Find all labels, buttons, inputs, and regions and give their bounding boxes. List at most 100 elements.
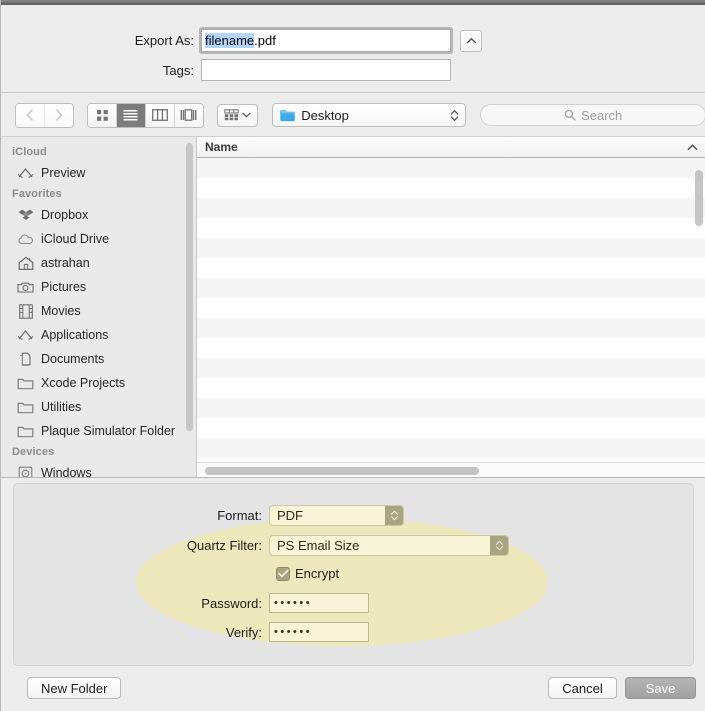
encrypt-row: Encrypt	[276, 566, 339, 581]
sidebar-item-label: Plaque Simulator Folder	[41, 424, 176, 438]
file-list-vertical-scrollbar[interactable]	[695, 170, 703, 226]
column-view-icon	[151, 109, 168, 121]
save-button[interactable]: Save	[625, 677, 696, 699]
sidebar-item-documents[interactable]: Documents	[1, 347, 196, 371]
new-folder-button[interactable]: New Folder	[27, 677, 122, 699]
folder-icon	[17, 423, 34, 440]
nav-segment	[15, 102, 75, 128]
password-label: Password:	[201, 595, 262, 611]
view-mode-segment	[87, 102, 205, 128]
sidebar-scrollbar[interactable]	[186, 143, 193, 431]
browser-toolbar: Desktop Search	[1, 94, 705, 136]
up-down-chevron-icon	[451, 109, 459, 121]
quartz-filter-value: PS Email Size	[277, 538, 360, 553]
arrange-by-button[interactable]	[217, 103, 259, 127]
verify-row: Verify: ••••••	[14, 622, 369, 642]
table-row[interactable]	[197, 438, 705, 458]
chevron-down-icon	[242, 112, 251, 118]
table-row[interactable]	[197, 318, 705, 338]
export-as-label: Export As:	[134, 33, 194, 48]
expand-browser-button[interactable]	[460, 29, 482, 52]
encrypt-checkbox[interactable]	[276, 566, 290, 581]
table-row[interactable]	[197, 378, 705, 398]
table-row[interactable]	[197, 418, 705, 438]
export-dialog: Export As: filename .pdf Tags: Desktop S…	[0, 0, 705, 711]
sidebar-item-label: Dropbox	[41, 208, 89, 222]
dropbox-icon	[17, 207, 34, 224]
sidebar-item-pictures[interactable]: Pictures	[1, 275, 196, 299]
back-button[interactable]	[16, 103, 45, 127]
location-popup-button[interactable]: Desktop	[272, 103, 467, 127]
tags-label: Tags:	[162, 62, 194, 78]
quartz-filter-label: Quartz Filter:	[186, 538, 262, 553]
forward-button[interactable]	[44, 103, 74, 127]
dialog-header: Export As: filename .pdf Tags:	[1, 5, 705, 93]
list-view-icon	[123, 110, 138, 121]
sidebar-item-label: Xcode Projects	[41, 376, 126, 390]
folder-icon	[17, 375, 34, 392]
icon-view-icon	[96, 109, 108, 121]
column-header-name[interactable]: Name	[197, 137, 705, 158]
folder-icon	[17, 399, 34, 416]
file-browser: iCloud Preview Favorites Dropbox iCloud …	[1, 136, 705, 478]
table-row[interactable]	[197, 338, 705, 358]
sidebar-item-xcode-projects[interactable]: Xcode Projects	[1, 371, 196, 395]
password-input[interactable]: ••••••	[269, 593, 369, 613]
sidebar-group-title: Devices	[12, 446, 55, 458]
quartz-filter-popup-button[interactable]: PS Email Size	[269, 535, 509, 556]
view-as-columns-button[interactable]	[145, 103, 175, 127]
sidebar-item-label: Documents	[41, 352, 105, 366]
sidebar-item-home[interactable]: astrahan	[1, 251, 196, 275]
sidebar-item-utilities[interactable]: Utilities	[1, 395, 196, 419]
location-label: Desktop	[301, 107, 349, 123]
gallery-view-icon	[180, 109, 197, 121]
sidebar-item-preview[interactable]: Preview	[1, 161, 196, 185]
sidebar[interactable]: iCloud Preview Favorites Dropbox iCloud …	[1, 137, 197, 477]
tags-input[interactable]	[201, 59, 451, 81]
table-row[interactable]	[197, 278, 705, 298]
table-row[interactable]	[197, 178, 705, 198]
dialog-footer: New Folder Cancel Save	[1, 666, 705, 711]
sidebar-item-movies[interactable]: Movies	[1, 299, 196, 323]
view-as-icons-button[interactable]	[88, 103, 118, 127]
table-row[interactable]	[197, 218, 705, 238]
table-row[interactable]	[197, 258, 705, 278]
sidebar-item-icloud-drive[interactable]: iCloud Drive	[1, 227, 196, 251]
chevron-up-icon	[687, 140, 698, 154]
arrange-by-icon	[224, 109, 239, 121]
chevron-left-icon	[26, 109, 33, 121]
sidebar-item-windows[interactable]: Windows	[1, 461, 196, 477]
sidebar-item-dropbox[interactable]: Dropbox	[1, 203, 196, 227]
scrollbar-thumb[interactable]	[205, 467, 479, 475]
chevron-up-icon	[466, 37, 476, 43]
search-input[interactable]: Search	[480, 104, 705, 126]
table-row[interactable]	[197, 238, 705, 258]
camera-icon	[17, 279, 34, 296]
view-as-list-button[interactable]	[117, 103, 146, 127]
sidebar-item-applications[interactable]: Applications	[1, 323, 196, 347]
sidebar-item-plaque-simulator-folder[interactable]: Plaque Simulator Folder	[1, 419, 196, 443]
format-popup-button[interactable]: PDF	[269, 505, 404, 526]
preview-app-icon	[17, 165, 34, 182]
verify-input[interactable]: ••••••	[269, 622, 369, 642]
column-header-label: Name	[205, 140, 238, 154]
tags-row: Tags:	[1, 59, 451, 81]
sidebar-item-label: Windows	[41, 466, 92, 477]
table-row[interactable]	[197, 158, 705, 178]
cloud-icon	[17, 231, 34, 248]
file-rows[interactable]	[197, 158, 705, 477]
cancel-button[interactable]: Cancel	[548, 677, 617, 699]
sidebar-group-title: Favorites	[12, 188, 62, 200]
table-row[interactable]	[197, 358, 705, 378]
table-row[interactable]	[197, 298, 705, 318]
file-list[interactable]: Name	[197, 137, 705, 477]
file-list-horizontal-scrollbar[interactable]	[197, 462, 705, 477]
chevron-right-icon	[56, 109, 63, 121]
encrypt-label: Encrypt	[295, 566, 340, 581]
table-row[interactable]	[197, 398, 705, 418]
quartz-filter-row: Quartz Filter: PS Email Size	[14, 535, 509, 556]
table-row[interactable]	[197, 198, 705, 218]
filename-input[interactable]: filename .pdf	[201, 29, 451, 52]
search-placeholder: Search	[581, 107, 623, 123]
view-as-gallery-button[interactable]	[174, 103, 204, 127]
